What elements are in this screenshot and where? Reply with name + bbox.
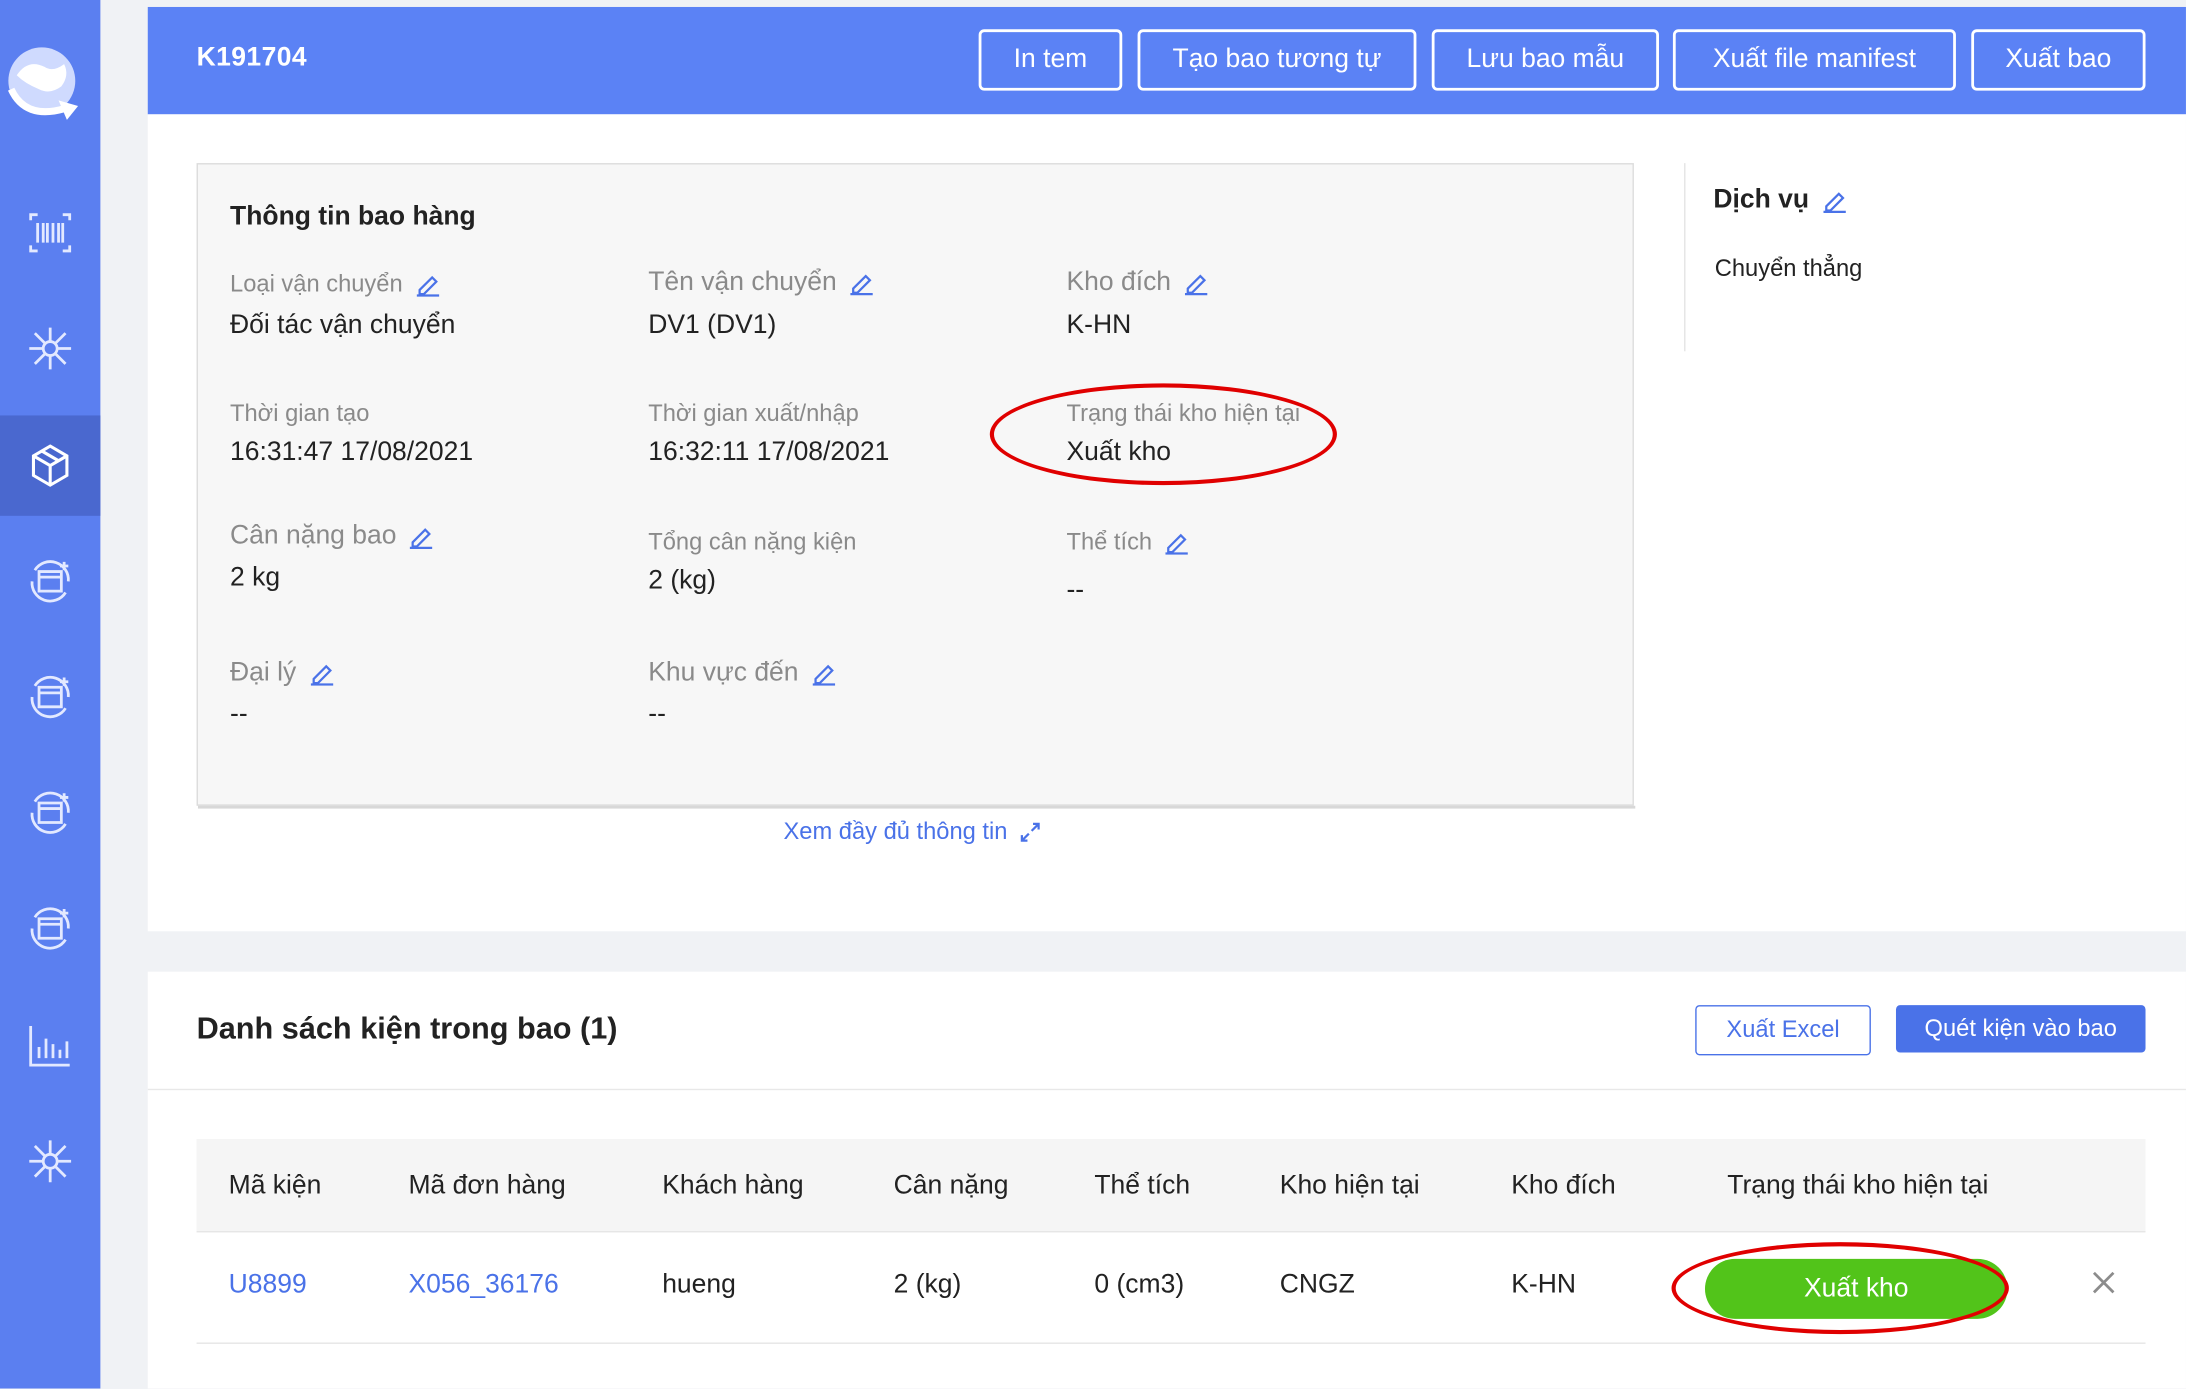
- field-value-total-package-weight: 2 (kg): [648, 566, 716, 596]
- field-value-shipping-type: Đối tác vận chuyển: [230, 310, 456, 341]
- scan-package-button[interactable]: Quét kiện vào bao: [1895, 1005, 2146, 1053]
- bag-info-panel: Thông tin bao hàng Loại vận chuyển Đối t…: [196, 163, 1636, 809]
- field-value-destination-warehouse: K-HN: [1066, 310, 1132, 341]
- column-header[interactable]: Khách hàng: [662, 1171, 803, 1202]
- field-value-bag-weight: 2 kg: [230, 563, 281, 593]
- field-label-created-time: Thời gian tạo: [230, 400, 370, 427]
- sidebar-item-network[interactable]: [0, 298, 100, 398]
- network-icon: [29, 1140, 72, 1183]
- bag-sync-icon: [30, 560, 70, 603]
- view-full-info-link[interactable]: Xem đầy đủ thông tin: [783, 818, 1040, 846]
- barcode-icon: [29, 213, 72, 253]
- field-value-agent: --: [230, 699, 248, 730]
- box-icon: [31, 444, 69, 487]
- export-excel-button[interactable]: Xuất Excel: [1695, 1005, 1871, 1056]
- bag-sync-icon: [30, 907, 70, 950]
- field-value-carrier-name: DV1 (DV1): [648, 310, 777, 341]
- column-header[interactable]: Kho đích: [1511, 1171, 1616, 1202]
- sidebar-item-bag-1[interactable]: [0, 531, 100, 631]
- export-bag-button[interactable]: Xuất bao: [1971, 29, 2146, 91]
- field-value-destination-area: --: [648, 699, 666, 730]
- edit-icon[interactable]: [1184, 270, 1209, 296]
- column-header[interactable]: Thể tích: [1094, 1171, 1190, 1202]
- customer-cell: hueng: [662, 1270, 736, 1300]
- bag-info-card: Thông tin bao hàng Loại vận chuyển Đối t…: [147, 114, 2186, 932]
- package-list-title: Danh sách kiện trong bao (1): [196, 1010, 618, 1046]
- bag-code-title: K191704: [196, 43, 308, 73]
- field-label-total-package-weight: Tổng cân nặng kiện: [648, 528, 857, 555]
- edit-icon[interactable]: [1165, 530, 1190, 555]
- weight-cell: 2 (kg): [893, 1270, 962, 1300]
- sidebar-item-bag-3[interactable]: [0, 763, 100, 863]
- order-code-link[interactable]: X056_36176: [408, 1270, 558, 1301]
- sidebar-item-settings[interactable]: [0, 1111, 100, 1211]
- field-label-shipping-type: Loại vận chuyển: [230, 270, 440, 298]
- table-row: U8899 X056_36176 hueng 2 (kg) 0 (cm3) CN…: [196, 1231, 2146, 1344]
- save-template-button[interactable]: Lưu bao mẫu: [1431, 29, 1659, 91]
- field-label-volume: Thể tích: [1066, 528, 1189, 556]
- sidebar-item-barcode[interactable]: [0, 183, 100, 283]
- edit-icon[interactable]: [811, 661, 836, 686]
- current-warehouse-cell: CNGZ: [1279, 1270, 1355, 1300]
- field-label-carrier-name: Tên vận chuyển: [648, 268, 874, 299]
- edit-icon[interactable]: [309, 661, 334, 686]
- edit-icon[interactable]: [415, 272, 440, 297]
- column-header[interactable]: Mã kiện: [229, 1171, 322, 1202]
- destination-warehouse-cell: K-HN: [1511, 1270, 1576, 1300]
- volume-cell: 0 (cm3): [1094, 1270, 1185, 1300]
- highlight-annotation: [1671, 1242, 2009, 1335]
- edit-icon[interactable]: [1822, 188, 1847, 214]
- sidebar-item-report[interactable]: [0, 995, 100, 1095]
- create-similar-bag-button[interactable]: Tạo bao tương tự: [1137, 29, 1417, 91]
- bag-sync-icon: [30, 675, 70, 719]
- sidebar-item-package[interactable]: [0, 415, 101, 516]
- service-panel: Dịch vụ Chuyển thẳng: [1684, 163, 2186, 352]
- column-header[interactable]: Cân nặng: [894, 1171, 1009, 1202]
- column-header[interactable]: Kho hiện tại: [1280, 1171, 1420, 1202]
- print-label-button[interactable]: In tem: [978, 29, 1123, 91]
- logo-icon[interactable]: [3, 33, 87, 122]
- edit-icon[interactable]: [849, 270, 874, 296]
- bag-info-title: Thông tin bao hàng: [230, 202, 476, 232]
- expand-icon: [1020, 822, 1040, 842]
- bag-sync-icon: [30, 791, 70, 834]
- field-label-agent: Đại lý: [230, 658, 334, 689]
- field-label-inout-time: Thời gian xuất/nhập: [648, 400, 859, 427]
- close-icon[interactable]: [2088, 1267, 2119, 1298]
- sidebar: [0, 0, 101, 1389]
- bar-chart-icon: [29, 1026, 70, 1067]
- network-icon: [29, 327, 72, 370]
- page-header: K191704 In tem Tạo bao tương tự Lưu bao …: [147, 6, 2186, 115]
- package-code-link[interactable]: U8899: [229, 1270, 307, 1301]
- field-value-created-time: 16:31:47 17/08/2021: [230, 437, 474, 468]
- field-label-bag-weight: Cân nặng bao: [230, 521, 434, 552]
- service-title: Dịch vụ: [1713, 185, 1846, 216]
- highlight-annotation: [989, 383, 1337, 486]
- service-value: Chuyển thẳng: [1714, 255, 1863, 282]
- sidebar-item-bag-2[interactable]: [0, 647, 100, 747]
- export-manifest-button[interactable]: Xuất file manifest: [1672, 29, 1956, 91]
- field-label-destination-warehouse: Kho đích: [1066, 268, 1208, 299]
- column-header[interactable]: Trạng thái kho hiện tại: [1727, 1171, 1988, 1202]
- package-list-card: Danh sách kiện trong bao (1) Xuất Excel …: [147, 971, 2186, 1389]
- column-header[interactable]: Mã đơn hàng: [408, 1171, 565, 1202]
- field-value-inout-time: 16:32:11 17/08/2021: [648, 437, 890, 468]
- field-value-volume: --: [1066, 575, 1085, 606]
- sidebar-item-bag-4[interactable]: [0, 878, 100, 978]
- edit-icon[interactable]: [409, 524, 434, 549]
- field-label-destination-area: Khu vực đến: [648, 658, 836, 689]
- table-header: Mã kiện Mã đơn hàng Khách hàng Cân nặng …: [196, 1138, 2146, 1233]
